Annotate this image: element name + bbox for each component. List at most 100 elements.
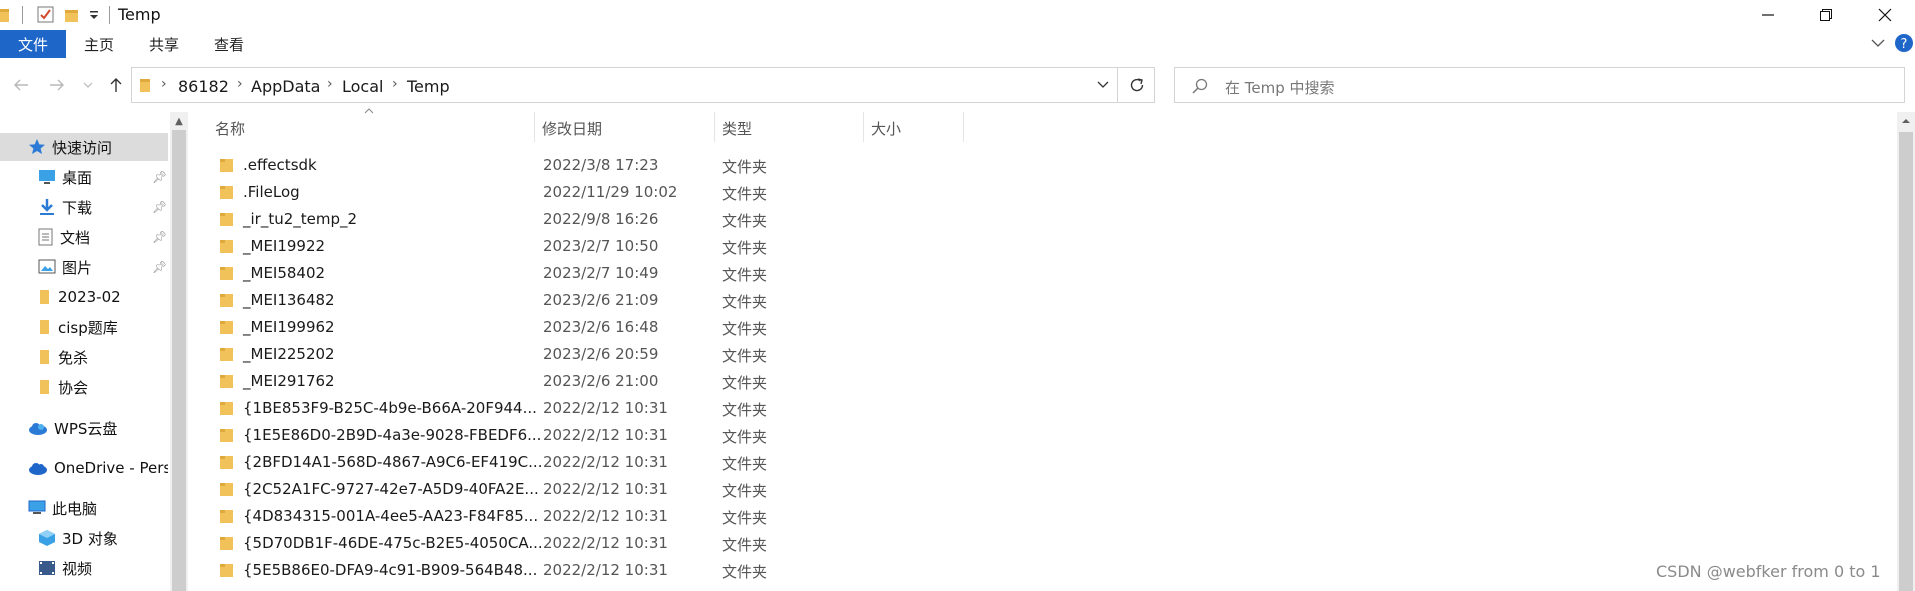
folder-icon bbox=[219, 454, 235, 470]
back-button[interactable] bbox=[8, 70, 34, 100]
folder-icon bbox=[219, 292, 235, 308]
maximize-button[interactable] bbox=[1798, 0, 1854, 30]
nav-wps-cloud[interactable]: WPS云盘 bbox=[0, 414, 168, 442]
nav-item-desktop[interactable]: 桌面 bbox=[0, 163, 168, 191]
nav-item-downloads[interactable]: 下载 bbox=[0, 193, 168, 221]
folder-icon bbox=[219, 535, 235, 551]
scroll-up-button[interactable] bbox=[1899, 114, 1913, 128]
file-row[interactable]: _MEI58402 2023/2/7 10:49 文件夹 bbox=[215, 260, 1895, 287]
refresh-button[interactable] bbox=[1117, 67, 1156, 103]
tab-file[interactable]: 文件 bbox=[0, 30, 66, 58]
nav-scrollbar-thumb[interactable] bbox=[172, 130, 186, 591]
column-divider[interactable] bbox=[534, 112, 535, 142]
file-row[interactable]: .effectsdk 2022/3/8 17:23 文件夹 bbox=[215, 152, 1895, 179]
tab-home[interactable]: 主页 bbox=[84, 30, 114, 58]
file-row[interactable]: _MEI19922 2023/2/7 10:50 文件夹 bbox=[215, 233, 1895, 260]
file-row[interactable]: _MEI225202 2023/2/6 20:59 文件夹 bbox=[215, 341, 1895, 368]
column-divider[interactable] bbox=[714, 112, 715, 142]
ribbon bbox=[0, 30, 1915, 60]
nav-quick-access[interactable]: 快速访问 bbox=[0, 133, 168, 161]
nav-label: 2023-02 bbox=[58, 288, 121, 306]
file-row[interactable]: _MEI291762 2023/2/6 21:00 文件夹 bbox=[215, 368, 1895, 395]
file-row[interactable]: {1E5E86D0-2B9D-4a3e-9028-FBEDF6... 2022/2… bbox=[215, 422, 1895, 449]
watermark: CSDN @webfker from 0 to 1 bbox=[1656, 562, 1881, 581]
breadcrumb-local[interactable]: Local bbox=[342, 77, 383, 96]
pin-icon[interactable]: 📌︎ bbox=[152, 260, 167, 274]
file-type: 文件夹 bbox=[722, 509, 768, 527]
column-header-size[interactable]: 大小 bbox=[871, 118, 901, 139]
file-list-scrollbar-thumb[interactable] bbox=[1899, 132, 1913, 591]
nav-item-pictures[interactable]: 图片 bbox=[0, 253, 168, 281]
close-button[interactable] bbox=[1857, 0, 1913, 30]
column-header-name[interactable]: 名称 bbox=[215, 118, 245, 139]
column-header-date[interactable]: 修改日期 bbox=[542, 118, 602, 139]
breadcrumb-appdata[interactable]: AppData bbox=[251, 77, 320, 96]
new-folder-icon[interactable] bbox=[64, 6, 80, 24]
breadcrumb-separator[interactable]: › bbox=[161, 76, 167, 92]
properties-icon[interactable] bbox=[37, 6, 55, 24]
pin-icon[interactable]: 📌︎ bbox=[152, 170, 167, 184]
arrow-right-icon bbox=[49, 78, 65, 92]
folder-icon bbox=[40, 288, 50, 306]
file-row[interactable]: {4D834315-001A-4ee5-AA23-F84F85... 2022/2… bbox=[215, 503, 1895, 530]
tab-view[interactable]: 查看 bbox=[214, 30, 244, 58]
file-date: 2023/2/6 20:59 bbox=[543, 345, 659, 363]
nav-item-2023-02[interactable]: 2023-02 bbox=[0, 283, 168, 311]
breadcrumb-separator[interactable]: › bbox=[327, 76, 333, 92]
download-icon bbox=[38, 198, 56, 216]
scroll-up-button[interactable]: ▲ bbox=[170, 112, 188, 130]
address-history-button[interactable] bbox=[1096, 79, 1110, 91]
nav-item-documents[interactable]: 文档 bbox=[0, 223, 168, 251]
file-row[interactable]: _MEI136482 2023/2/6 21:09 文件夹 bbox=[215, 287, 1895, 314]
customize-quick-access-icon[interactable] bbox=[88, 9, 100, 21]
nav-item-3d-objects[interactable]: 3D 对象 bbox=[0, 524, 168, 552]
recent-locations-button[interactable] bbox=[78, 70, 98, 100]
file-type: 文件夹 bbox=[722, 347, 768, 365]
nav-label: 协会 bbox=[58, 378, 89, 397]
file-row[interactable]: {2C52A1FC-9727-42e7-A5D9-40FA2E... 2022/2… bbox=[215, 476, 1895, 503]
minimize-button[interactable] bbox=[1740, 0, 1796, 30]
nav-label: 3D 对象 bbox=[62, 529, 118, 548]
nav-label: 下载 bbox=[62, 198, 93, 217]
cloud-icon bbox=[28, 421, 48, 435]
picture-icon bbox=[38, 259, 56, 275]
file-row[interactable]: {1BE853F9-B25C-4b9e-B66A-20F944... 2022/2… bbox=[215, 395, 1895, 422]
star-icon bbox=[28, 138, 46, 156]
file-row[interactable]: {5D70DB1F-46DE-475c-B2E5-4050CA... 2022/2… bbox=[215, 530, 1895, 557]
column-divider[interactable] bbox=[863, 112, 864, 142]
nav-item-videos[interactable]: 视频 bbox=[0, 554, 168, 582]
file-row[interactable]: {2BFD14A1-568D-4867-A9C6-EF419C... 2022/2… bbox=[215, 449, 1895, 476]
computer-icon bbox=[28, 500, 46, 516]
nav-this-pc[interactable]: 此电脑 bbox=[0, 494, 168, 522]
file-row[interactable]: .FileLog 2022/11/29 10:02 文件夹 bbox=[215, 179, 1895, 206]
svg-text:?: ? bbox=[1901, 37, 1908, 52]
file-date: 2022/9/8 16:26 bbox=[543, 210, 659, 228]
breadcrumb-temp[interactable]: Temp bbox=[407, 77, 450, 96]
pin-icon[interactable]: 📌︎ bbox=[152, 230, 167, 244]
column-header-type[interactable]: 类型 bbox=[722, 118, 752, 139]
file-row[interactable]: _ir_tu2_temp_2 2022/9/8 16:26 文件夹 bbox=[215, 206, 1895, 233]
breadcrumb-separator[interactable]: › bbox=[237, 76, 243, 92]
folder-icon bbox=[40, 348, 50, 366]
help-button[interactable]: ? bbox=[1894, 33, 1914, 53]
nav-onedrive[interactable]: OneDrive - Perso bbox=[0, 454, 168, 482]
folder-icon bbox=[219, 427, 235, 443]
folder-icon bbox=[219, 319, 235, 335]
file-row[interactable]: _MEI199962 2023/2/6 16:48 文件夹 bbox=[215, 314, 1895, 341]
nav-item-cisp[interactable]: cisp题库 bbox=[0, 313, 168, 341]
pin-icon[interactable]: 📌︎ bbox=[152, 200, 167, 214]
folder-icon bbox=[219, 400, 235, 416]
file-name: _ir_tu2_temp_2 bbox=[243, 210, 358, 228]
file-row[interactable]: {5E5B86E0-DFA9-4c91-B909-564B48... 2022/2… bbox=[215, 557, 1895, 584]
nav-item-xiehui[interactable]: 协会 bbox=[0, 373, 168, 401]
search-icon bbox=[1191, 77, 1209, 95]
nav-item-mianshan[interactable]: 免杀 bbox=[0, 343, 168, 371]
column-divider[interactable] bbox=[963, 112, 964, 142]
expand-ribbon-button[interactable] bbox=[1870, 36, 1886, 50]
up-button[interactable] bbox=[104, 70, 128, 100]
tab-share[interactable]: 共享 bbox=[149, 30, 179, 58]
forward-button[interactable] bbox=[44, 70, 70, 100]
breadcrumb-86182[interactable]: 86182 bbox=[178, 77, 229, 96]
breadcrumb-separator[interactable]: › bbox=[392, 76, 398, 92]
file-type: 文件夹 bbox=[722, 293, 768, 311]
